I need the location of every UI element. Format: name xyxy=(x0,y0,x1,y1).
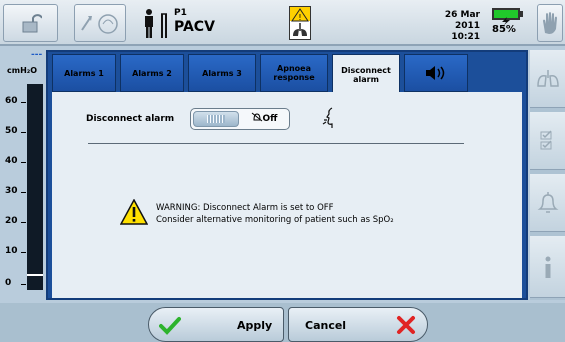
warning-triangle-icon: ! xyxy=(290,7,310,22)
bottom-bar: Apply Cancel xyxy=(0,303,565,342)
battery-tip xyxy=(520,11,523,17)
alarm-off-icon xyxy=(251,112,262,122)
pressure-bar xyxy=(27,84,43,290)
alarm-status-indicator[interactable]: ! xyxy=(289,6,311,40)
time-text: 10:21 xyxy=(451,32,480,42)
pressure-gauge: --- cmH₂O 60 50 40 30 20 10 0 xyxy=(3,50,43,295)
alarm-silence-button[interactable] xyxy=(537,4,563,42)
manual-breath-button[interactable] xyxy=(74,4,126,42)
disconnect-alarm-toggle[interactable]: Off xyxy=(190,108,290,130)
checklist-button[interactable] xyxy=(530,112,565,170)
right-sidebar xyxy=(530,50,565,300)
hand-icon xyxy=(543,12,557,34)
info-icon xyxy=(545,256,550,278)
gauge-tick: 40 xyxy=(5,156,26,166)
date-time: 26 Mar 2011 10:21 xyxy=(420,10,480,43)
pressure-readout: --- xyxy=(31,50,43,60)
gauge-tick: 20 xyxy=(5,216,26,226)
bell-icon xyxy=(537,191,558,213)
tab-alarms-2[interactable]: Alarms 2 xyxy=(120,54,184,92)
gauge-tick: 0 xyxy=(5,278,27,288)
lock-button[interactable] xyxy=(3,4,58,42)
lock-icon xyxy=(22,14,42,33)
warning-message: WARNING: Disconnect Alarm is set to OFF … xyxy=(120,197,480,237)
toggle-value: Off xyxy=(262,114,278,124)
x-icon xyxy=(397,316,415,334)
top-bar: P1 PACV ! 26 Mar 2011 10:21 85% xyxy=(0,0,565,46)
toggle-off-state[interactable]: Off xyxy=(241,111,287,127)
battery-percent: 85% xyxy=(492,24,516,35)
info-button[interactable] xyxy=(530,236,565,298)
breath-arrow-icon xyxy=(81,14,118,34)
warning-line-2: Consider alternative monitoring of patie… xyxy=(156,215,394,225)
tab-alarms-1[interactable]: Alarms 1 xyxy=(52,54,116,92)
speaker-icon xyxy=(426,66,445,80)
ventilation-mode: PACV xyxy=(174,19,215,35)
gauge-tick: 50 xyxy=(5,126,26,136)
patient-disconnect-icon xyxy=(322,107,333,128)
pressure-level-marker xyxy=(27,274,43,276)
toggle-knob[interactable] xyxy=(193,111,239,127)
disconnect-alarm-content: Disconnect alarm Off WARNING: Disconnect… xyxy=(52,92,522,298)
tab-apnoea-response[interactable]: Apnoea response xyxy=(260,54,328,92)
apply-button[interactable]: Apply xyxy=(148,307,284,342)
pressure-unit: cmH₂O xyxy=(7,66,38,75)
alarm-bell-button[interactable] xyxy=(530,174,565,232)
warning-line-1: WARNING: Disconnect Alarm is set to OFF xyxy=(156,203,334,213)
disconnect-alarm-label: Disconnect alarm xyxy=(86,114,175,124)
battery-status: 85% xyxy=(488,6,534,40)
cancel-button[interactable]: Cancel xyxy=(288,307,428,342)
alarms-panel: Alarms 1 Alarms 2 Alarms 3 Apnoea respon… xyxy=(46,50,528,300)
check-icon xyxy=(159,317,181,335)
lungs-icon xyxy=(293,23,307,36)
divider xyxy=(88,143,464,144)
date-text: 26 Mar 2011 xyxy=(444,10,480,31)
warning-icon xyxy=(120,199,148,225)
tab-sound[interactable] xyxy=(404,54,468,92)
tab-disconnect-alarm[interactable]: Disconnect alarm xyxy=(332,54,400,94)
gauge-tick: 30 xyxy=(5,186,26,196)
battery-icon xyxy=(492,8,520,25)
adult-patient-icon xyxy=(145,9,167,38)
lungs-button[interactable] xyxy=(530,50,565,108)
gauge-tick: 10 xyxy=(5,246,26,256)
tab-alarms-3[interactable]: Alarms 3 xyxy=(188,54,256,92)
checklist-icon xyxy=(540,129,552,149)
patient-id: P1 xyxy=(174,8,187,18)
patient-info[interactable]: P1 PACV xyxy=(140,6,215,42)
apply-label: Apply xyxy=(237,319,273,332)
lungs-outline-icon xyxy=(536,69,559,87)
gauge-tick: 60 xyxy=(5,96,26,106)
cancel-label: Cancel xyxy=(305,319,347,332)
